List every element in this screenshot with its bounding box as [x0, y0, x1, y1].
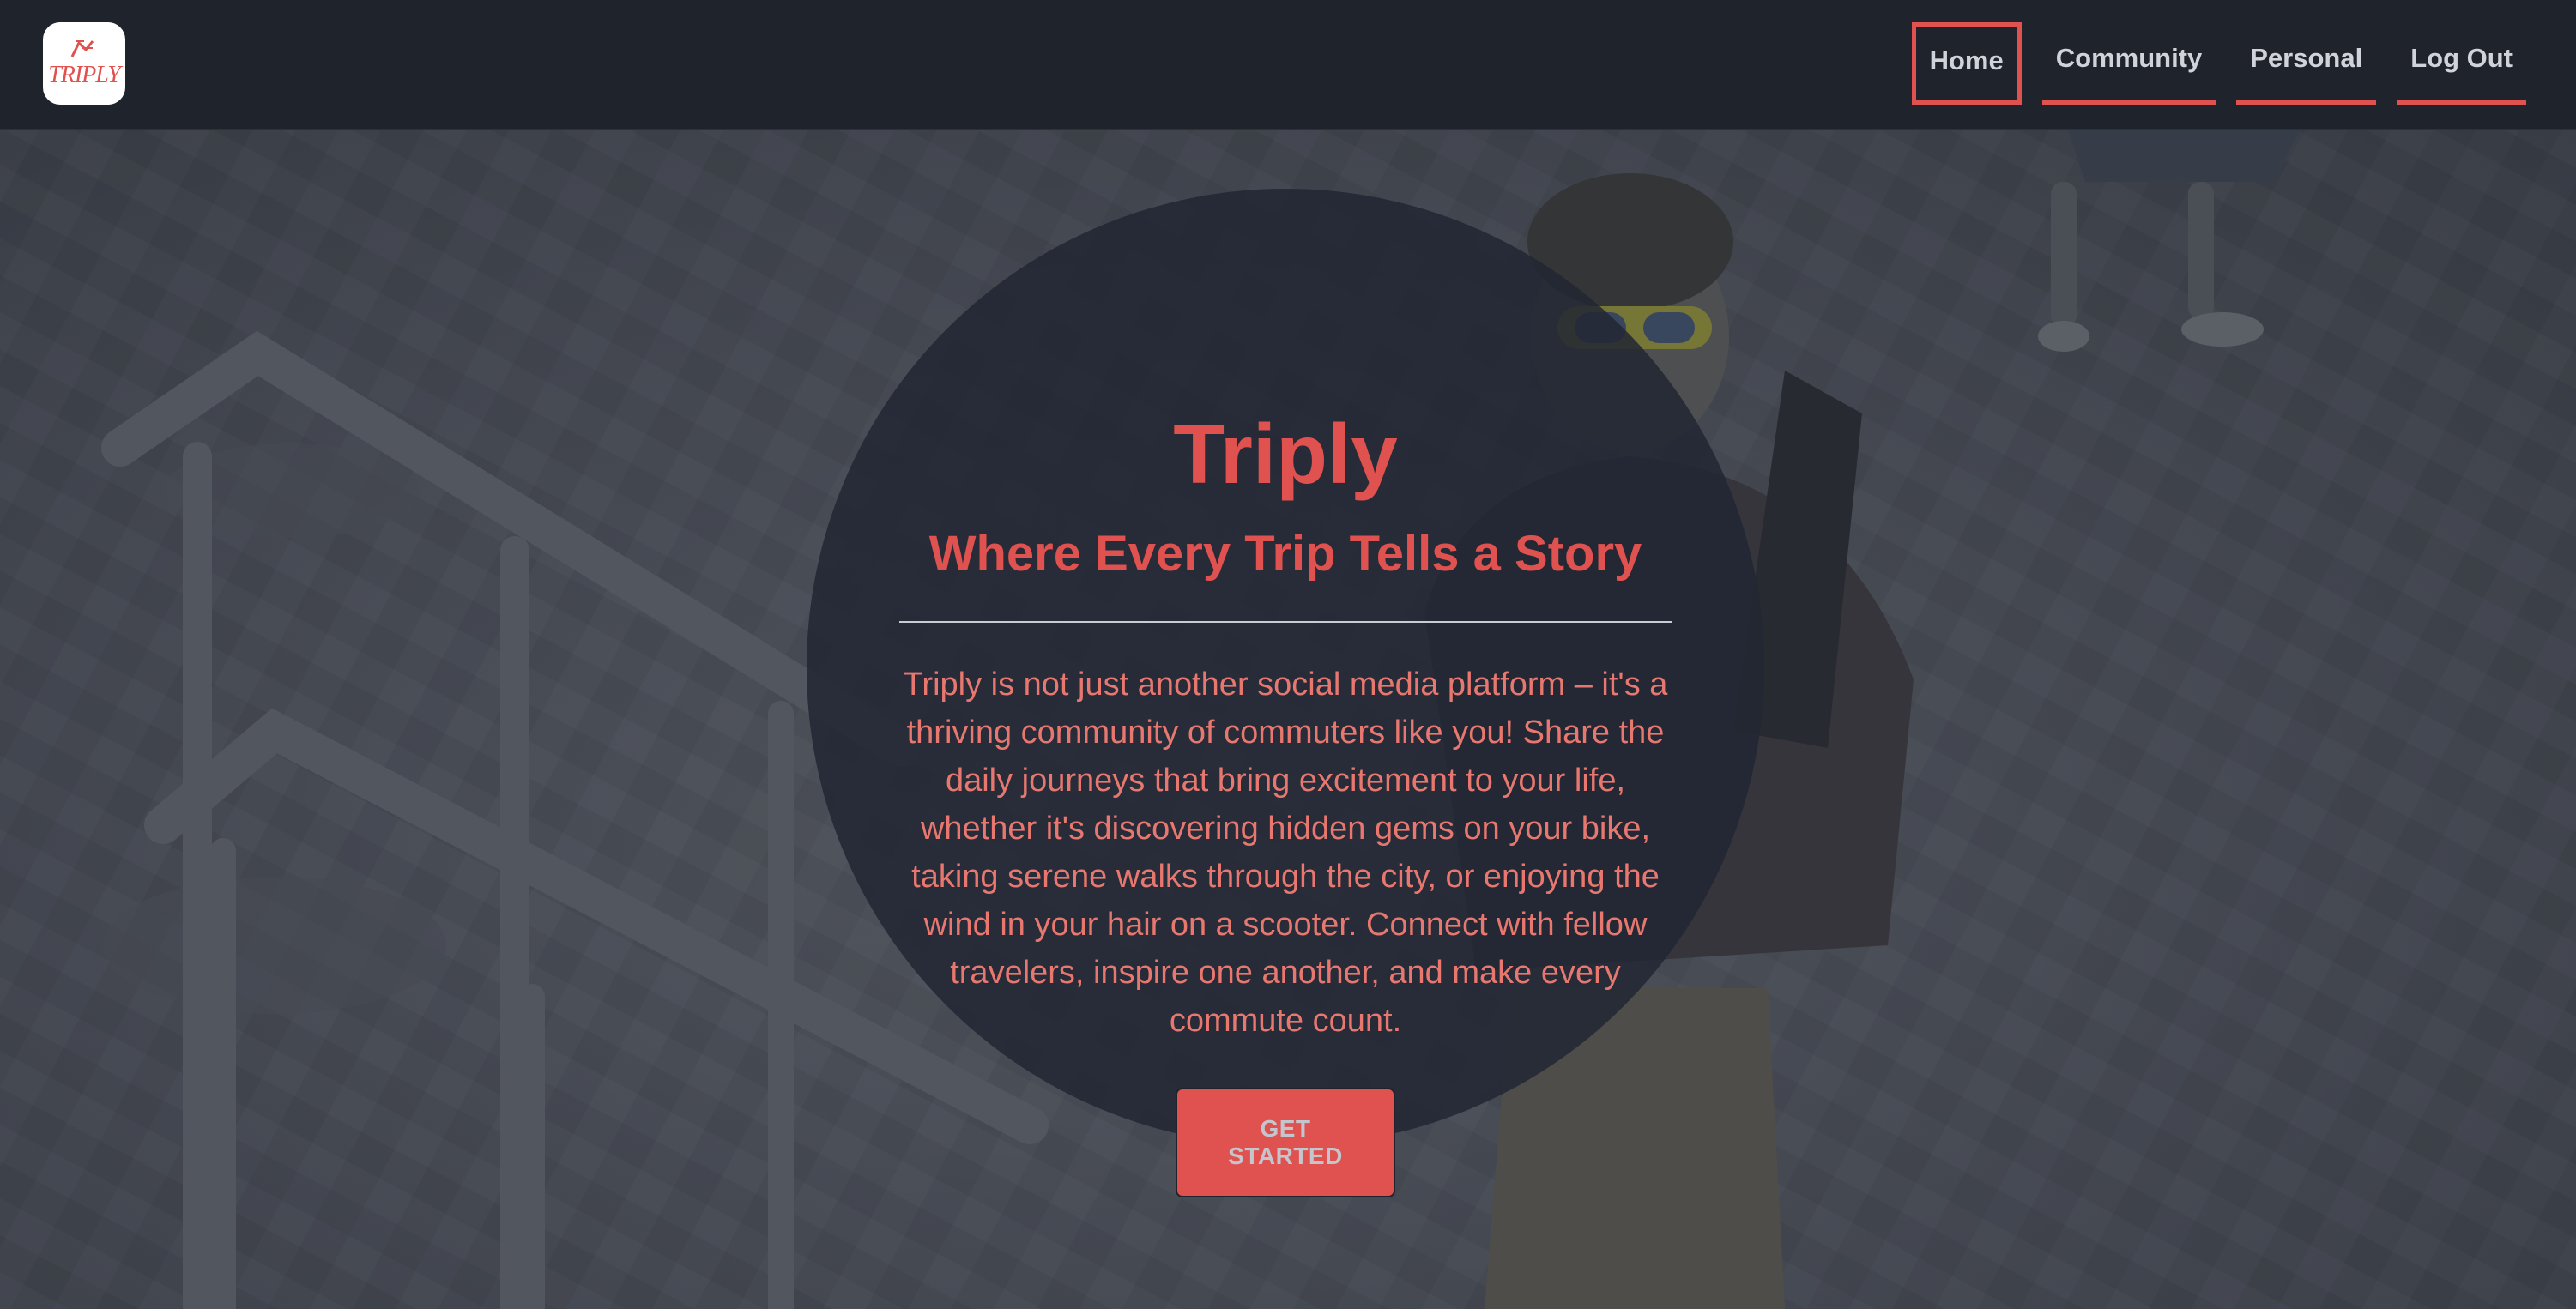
triply-logo[interactable]: TRIPLY	[43, 22, 125, 105]
triply-logo-icon	[70, 40, 94, 57]
nav-community-link[interactable]: Community	[2041, 22, 2216, 105]
top-navbar: TRIPLY Home Community Personal Log Out	[0, 0, 2576, 130]
get-started-button[interactable]: GET STARTED	[1176, 1088, 1395, 1198]
hero-tagline: Where Every Trip Tells a Story	[928, 525, 1642, 582]
nav-logout-link[interactable]: Log Out	[2397, 22, 2526, 105]
logo-wordmark: TRIPLY	[48, 62, 121, 88]
hero-content: Triply Where Every Trip Tells a Story Tr…	[892, 274, 1678, 1198]
nav-home-link[interactable]: Home	[1911, 22, 2022, 105]
hero-divider	[899, 621, 1672, 624]
nav-personal-link[interactable]: Personal	[2236, 22, 2377, 105]
main-nav: Home Community Personal Log Out	[1911, 22, 2526, 105]
hero-title: Triply	[1173, 407, 1398, 501]
hero-description: Triply is not just another social media …	[903, 667, 1668, 1040]
